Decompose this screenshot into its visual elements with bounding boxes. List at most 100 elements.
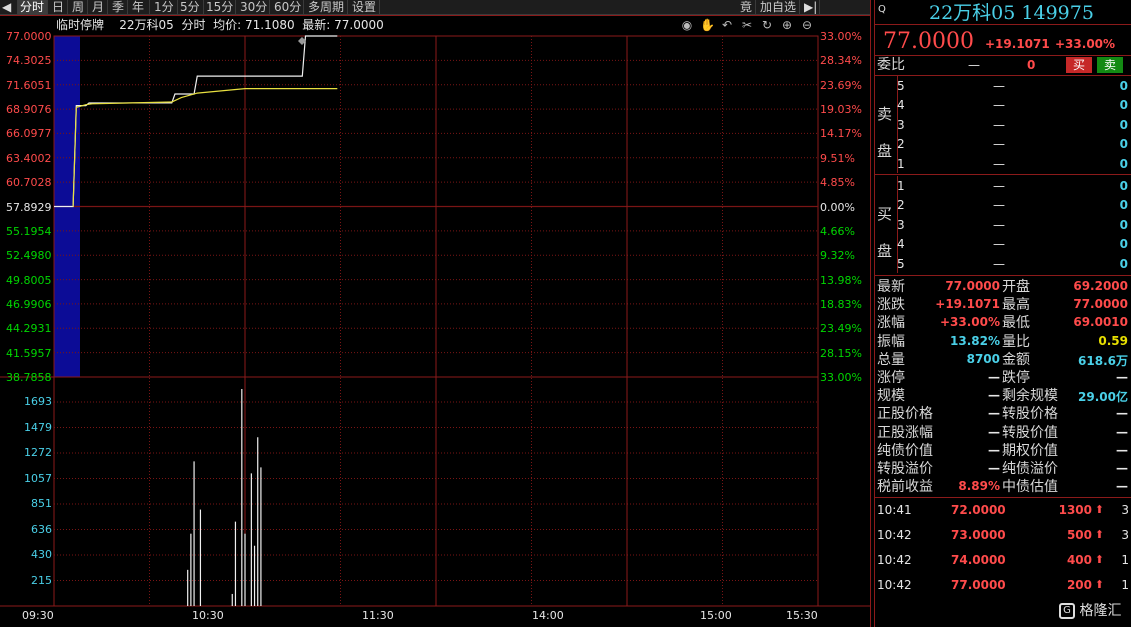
volume-tick-label: 430: [31, 548, 52, 561]
orderbook-level: 1: [897, 156, 905, 171]
stat-row: 纯债价值 — 期权价值 —: [875, 442, 1131, 460]
stat-label: 总量: [877, 351, 905, 368]
watermark-logo: G 格隆汇: [1059, 600, 1131, 622]
trade-time: 10:42: [877, 553, 912, 567]
trade-volume: 400: [1066, 553, 1092, 567]
pct-tick-label: 13.98%: [820, 273, 862, 287]
orderbook-volume: 0: [1119, 217, 1128, 232]
stat-value: 69.0010: [1073, 315, 1128, 330]
orderbook-row[interactable]: 5 — 0: [875, 255, 1131, 274]
orderbook-volume: 0: [1119, 179, 1128, 193]
stat-label: 正股涨幅: [877, 424, 933, 441]
trade-price: 72.0000: [951, 503, 1006, 517]
trade-volume: 500: [1066, 528, 1092, 542]
orderbook-row[interactable]: 1 — 0: [875, 155, 1131, 174]
stat-label: 振幅: [877, 333, 905, 350]
orderbook-level: 4: [897, 237, 905, 252]
sell-button[interactable]: 卖: [1097, 57, 1123, 73]
price-tick-label: 49.8005: [6, 273, 52, 287]
time-tick-label: 15:30: [786, 609, 818, 622]
stat-row: 最新 77.0000 开盘 69.2000: [875, 278, 1131, 296]
pct-tick-label: 14.17%: [820, 127, 862, 141]
stat-label: 期权价值: [1002, 442, 1058, 459]
trade-price: 77.0000: [951, 578, 1006, 592]
volume-tick-label: 851: [31, 497, 52, 510]
orderbook-volume: 0: [1119, 198, 1128, 213]
stat-row: 涨跌 +19.1071 最高 77.0000: [875, 296, 1131, 314]
up-arrow-icon: ⬆: [1094, 553, 1104, 566]
quote-panel: Q 22万科05 149975 77.0000 +19.1071 +33.00%…: [874, 0, 1131, 627]
trade-volume: 1300: [1058, 503, 1092, 517]
trade-row: 10:41 72.0000 1300 ⬆ 3: [875, 503, 1131, 523]
stat-row: 税前收益 8.89% 中债估值 —: [875, 478, 1131, 496]
stat-label: 涨跌: [877, 297, 905, 314]
orderbook-price: —: [993, 156, 1005, 171]
stat-label: 转股价值: [1002, 424, 1058, 441]
stat-value: 77.0000: [1073, 297, 1128, 312]
pct-tick-label: 28.34%: [820, 54, 862, 68]
stat-value: —: [1116, 479, 1128, 494]
orderbook-level: 1: [897, 179, 905, 193]
time-tick-label: 14:00: [532, 609, 564, 622]
orderbook-level: 2: [897, 198, 905, 213]
stat-value: —: [1116, 406, 1128, 421]
orderbook-price: —: [993, 137, 1005, 152]
volume-tick-label: 1057: [24, 471, 52, 485]
orderbook-volume: 0: [1119, 117, 1128, 132]
stat-row: 振幅 13.82% 量比 0.59: [875, 333, 1131, 351]
volume-series: [187, 389, 262, 606]
time-tick-label: 09:30: [22, 609, 54, 622]
trade-time: 10:41: [877, 503, 912, 517]
price-tick-label: 74.3025: [6, 54, 52, 68]
orderbook-row[interactable]: 2 — 0: [875, 135, 1131, 154]
orderbook-row[interactable]: 1 — 0: [875, 177, 1131, 196]
search-icon[interactable]: Q: [878, 4, 886, 15]
buy-button[interactable]: 买: [1066, 57, 1092, 73]
committee-ratio-value: —: [968, 58, 980, 72]
orderbook-row[interactable]: 5 — 0: [875, 77, 1131, 96]
orderbook-level: 5: [897, 79, 905, 93]
trade-count: 3: [1121, 503, 1129, 517]
stat-label: 规模: [877, 388, 905, 405]
orderbook-row[interactable]: 3 — 0: [875, 116, 1131, 135]
price-tick-label: 52.4980: [6, 249, 52, 263]
stat-value: —: [988, 461, 1000, 475]
orderbook-volume: 0: [1119, 256, 1128, 271]
orderbook-price: —: [993, 98, 1005, 113]
orderbook-price: —: [993, 256, 1005, 271]
price-tick-label: 71.6051: [6, 78, 52, 92]
stat-value: 0.59: [1098, 333, 1128, 348]
stat-label: 最高: [1002, 297, 1030, 314]
price-tick-label: 63.4002: [6, 151, 52, 165]
orderbook-price: —: [993, 117, 1005, 132]
pct-tick-label: 18.83%: [820, 297, 862, 311]
pct-tick-label: 33.00%: [820, 30, 862, 43]
orderbook-row[interactable]: 2 — 0: [875, 196, 1131, 215]
orderbook-price: —: [993, 79, 1005, 93]
pct-tick-label: 9.32%: [820, 249, 855, 263]
time-tick-label: 11:30: [362, 609, 394, 622]
trade-time: 10:42: [877, 578, 912, 592]
orderbook-row[interactable]: 4 — 0: [875, 235, 1131, 254]
stat-value: +33.00%: [939, 315, 1000, 330]
orderbook-row[interactable]: 4 — 0: [875, 96, 1131, 115]
stat-label: 最低: [1002, 315, 1030, 332]
stat-value: 8.89%: [958, 479, 1000, 494]
price-tick-label: 55.1954: [6, 224, 52, 238]
volume-tick-label: 636: [31, 522, 52, 536]
trade-row: 10:42 73.0000 500 ⬆ 3: [875, 528, 1131, 548]
pct-tick-label: 23.49%: [820, 322, 862, 336]
trade-row: 10:42 74.0000 400 ⬆ 1: [875, 553, 1131, 573]
stat-label: 最新: [877, 279, 905, 295]
price-tick-label: 66.0977: [6, 127, 52, 141]
up-arrow-icon: ⬆: [1094, 503, 1104, 516]
stat-value: —: [1116, 424, 1128, 439]
orderbook-row[interactable]: 3 — 0: [875, 216, 1131, 235]
orderbook-level: 4: [897, 98, 905, 113]
stat-label: 转股溢价: [877, 461, 933, 477]
avg-price-line: [72, 88, 338, 207]
pct-tick-label: 19.03%: [820, 103, 862, 117]
security-title: 22万科05 149975: [929, 2, 1094, 24]
pct-tick-label: 4.66%: [820, 224, 855, 238]
stat-label: 纯债价值: [877, 442, 933, 459]
